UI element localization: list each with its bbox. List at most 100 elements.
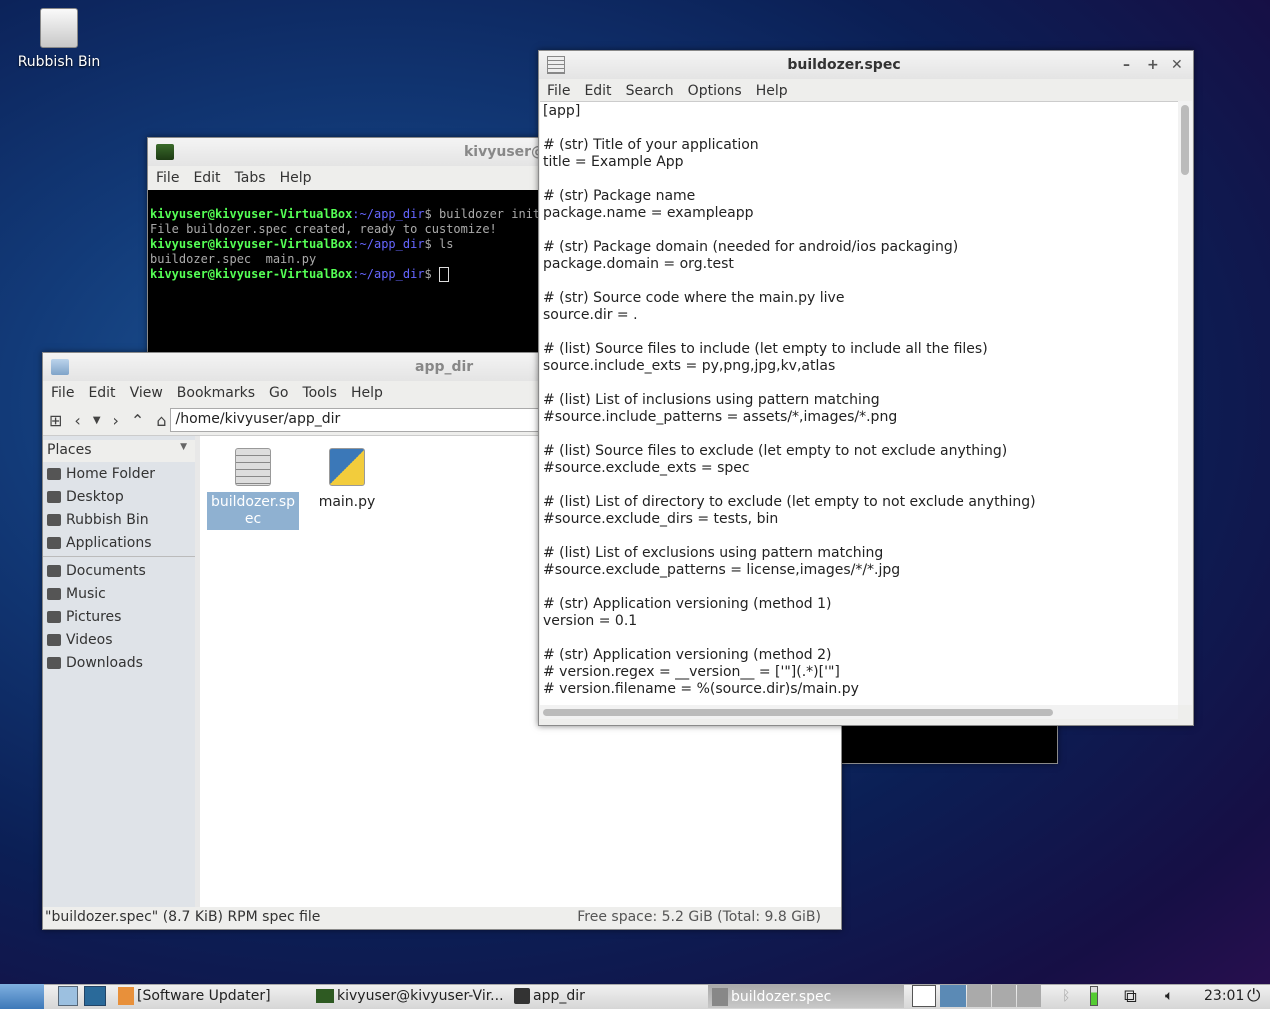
sidebar-item-label: Videos	[66, 631, 113, 648]
menu-file[interactable]: File	[51, 385, 74, 401]
volume-icon[interactable]: 🔈︎	[1165, 986, 1173, 1006]
places-sidebar: Places ▼ Home Folder Desktop Rubbish Bin …	[43, 436, 195, 907]
editor-line: # (list) Source files to exclude (let em…	[543, 443, 1008, 459]
menu-help[interactable]: Help	[756, 83, 788, 99]
workspace-2[interactable]	[967, 985, 991, 1007]
sidebar-item-documents[interactable]: Documents	[43, 559, 195, 582]
show-desktop-button[interactable]	[58, 986, 78, 1006]
sidebar-item-applications[interactable]: Applications	[43, 531, 195, 554]
start-menu-button[interactable]	[0, 984, 44, 1009]
editor-titlebar[interactable]: buildozer.spec – + ✕	[539, 51, 1193, 79]
editor-line: source.dir = .	[543, 307, 638, 323]
editor-line: # (list) List of exclusions using patter…	[543, 545, 884, 561]
power-icon[interactable]: ⏻	[1247, 986, 1260, 1006]
editor-line: #source.exclude_exts = spec	[543, 460, 750, 476]
close-button[interactable]: ✕	[1171, 57, 1185, 73]
editor-line: # (list) List of inclusions using patter…	[543, 392, 880, 408]
folder-icon	[514, 988, 530, 1004]
menu-options[interactable]: Options	[688, 83, 742, 99]
folder-icon	[47, 656, 61, 669]
editor-line: # (str) Package name	[543, 188, 696, 204]
taskbar-item-buildozer-spec[interactable]: buildozer.spec	[708, 985, 904, 1008]
sidebar-item-downloads[interactable]: Downloads	[43, 651, 195, 674]
task-label: app_dir	[533, 988, 585, 1004]
workspace-1[interactable]	[940, 985, 966, 1007]
file-item[interactable]: main.py	[301, 448, 393, 512]
menu-go[interactable]: Go	[269, 385, 288, 401]
file-item[interactable]: buildozer.sp ec	[207, 448, 299, 530]
workspace-4[interactable]	[1017, 985, 1041, 1007]
battery-icon[interactable]	[1090, 986, 1098, 1006]
sidebar-item-pictures[interactable]: Pictures	[43, 605, 195, 628]
sidebar-divider	[43, 556, 195, 557]
clock[interactable]: 23:01	[1204, 986, 1244, 1006]
menu-file[interactable]: File	[547, 83, 570, 99]
folder-icon	[47, 610, 61, 623]
menu-search[interactable]: Search	[626, 83, 674, 99]
sidebar-item-label: Rubbish Bin	[66, 511, 149, 528]
text-editor-window[interactable]: buildozer.spec – + ✕ File Edit Search Op…	[538, 50, 1194, 726]
scrollbar-thumb[interactable]	[1181, 105, 1189, 175]
home-icon[interactable]: ⌂	[156, 411, 166, 430]
trash-icon	[47, 513, 61, 526]
desktop-icon-label: Rubbish Bin	[17, 54, 101, 70]
sidebar-item-desktop[interactable]: Desktop	[43, 485, 195, 508]
places-header[interactable]: Places ▼	[43, 440, 195, 462]
taskbar-item-app-dir[interactable]: app_dir	[514, 986, 585, 1006]
menu-tools[interactable]: Tools	[302, 385, 337, 401]
forward-icon[interactable]: ›	[113, 411, 119, 430]
editor-line: # (str) Application versioning (method 1…	[543, 596, 832, 612]
terminal-icon	[156, 144, 174, 160]
scrollbar-thumb[interactable]	[543, 709, 1053, 716]
taskbar-item-software-updater[interactable]: [Software Updater]	[118, 986, 271, 1006]
editor-line: # (str) Package domain (needed for andro…	[543, 239, 959, 255]
sidebar-item-music[interactable]: Music	[43, 582, 195, 605]
task-label: kivyuser@kivyuser-Vir...	[337, 988, 504, 1004]
menu-edit[interactable]: Edit	[584, 83, 611, 99]
menu-tabs[interactable]: Tabs	[235, 170, 266, 186]
workspace-3[interactable]	[992, 985, 1016, 1007]
sidebar-item-rubbish-bin[interactable]: Rubbish Bin	[43, 508, 195, 531]
menu-edit[interactable]: Edit	[88, 385, 115, 401]
window-list-icon[interactable]	[912, 985, 936, 1007]
desktop-icon-rubbish-bin[interactable]: Rubbish Bin	[14, 8, 104, 70]
menu-bookmarks[interactable]: Bookmarks	[177, 385, 255, 401]
terminal-icon	[316, 989, 334, 1003]
editor-line: #source.include_patterns = assets/*,imag…	[543, 409, 898, 425]
editor-text-area[interactable]: [app] # (str) Title of your application ti…	[540, 101, 1178, 705]
bluetooth-icon[interactable]: ᛒ	[1062, 986, 1070, 1006]
status-free-space: Free space: 5.2 GiB (Total: 9.8 GiB)	[577, 909, 821, 925]
new-tab-icon[interactable]: ⊞	[49, 411, 62, 430]
editor-line: #source.exclude_dirs = tests, bin	[543, 511, 779, 527]
task-label: [Software Updater]	[137, 988, 271, 1004]
browser-launcher-button[interactable]	[84, 986, 106, 1006]
minimize-button[interactable]: –	[1123, 57, 1147, 73]
status-bar: "buildozer.spec" (8.7 KiB) RPM spec file…	[43, 907, 841, 929]
menu-help[interactable]: Help	[351, 385, 383, 401]
up-icon[interactable]: ⌃	[131, 411, 144, 430]
taskbar-item-terminal[interactable]: kivyuser@kivyuser-Vir...	[316, 986, 504, 1006]
web-browser-icon	[84, 986, 106, 1006]
menu-help[interactable]: Help	[280, 170, 312, 186]
sidebar-item-home[interactable]: Home Folder	[43, 462, 195, 485]
vertical-scrollbar[interactable]	[1178, 101, 1192, 705]
history-dropdown-icon[interactable]: ▼	[93, 415, 101, 426]
sidebar-item-videos[interactable]: Videos	[43, 628, 195, 651]
menu-edit[interactable]: Edit	[193, 170, 220, 186]
menu-view[interactable]: View	[130, 385, 163, 401]
maximize-button[interactable]: +	[1147, 57, 1171, 73]
editor-title: buildozer.spec	[787, 57, 901, 73]
software-updater-icon	[118, 987, 134, 1005]
editor-line: version = 0.1	[543, 613, 638, 629]
menu-file[interactable]: File	[156, 170, 179, 186]
back-icon[interactable]: ‹	[74, 411, 80, 430]
workspace-switcher[interactable]	[912, 985, 1041, 1007]
horizontal-scrollbar[interactable]	[540, 705, 1178, 719]
sidebar-item-label: Home Folder	[66, 465, 156, 482]
editor-menubar: File Edit Search Options Help	[539, 79, 1193, 103]
network-icon[interactable]: ⧉	[1124, 986, 1137, 1007]
